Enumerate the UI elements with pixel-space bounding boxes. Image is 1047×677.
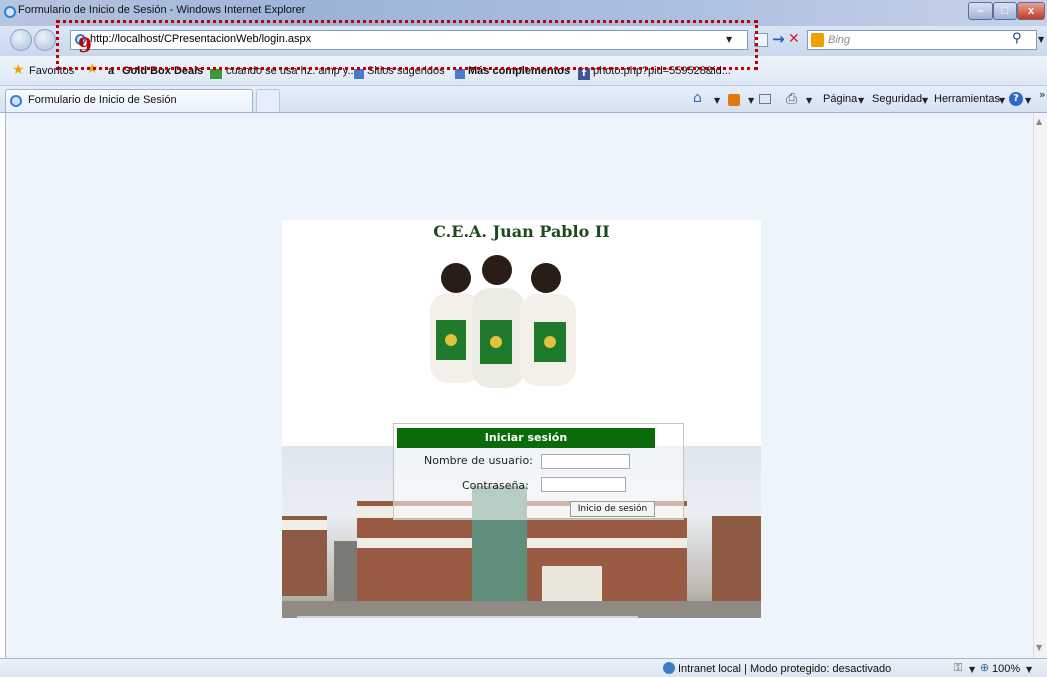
go-icon[interactable]: → xyxy=(772,30,785,48)
menu-seguridad[interactable]: Seguridad xyxy=(872,93,922,105)
security-lock-icon[interactable]: ⚿ xyxy=(954,661,962,675)
tab-ie-icon xyxy=(10,95,22,107)
password-label: Contraseña: xyxy=(462,479,529,492)
address-url: http://localhost/CPresentacionWeb/login.… xyxy=(90,33,312,45)
password-input[interactable] xyxy=(541,477,626,492)
ie-logo-icon xyxy=(4,6,16,18)
search-icon[interactable]: ⚲ xyxy=(1012,31,1022,46)
search-box[interactable]: Bing xyxy=(807,30,1037,50)
help-icon[interactable]: ? xyxy=(1009,92,1023,106)
zoom-icon[interactable]: ⊕ xyxy=(980,661,989,674)
back-button[interactable] xyxy=(10,29,32,51)
window-title: Formulario de Inicio de Sesión - Windows… xyxy=(18,4,306,16)
tab-bar: Formulario de Inicio de Sesión ⌂ ▼ ▼ ⎙ ▼… xyxy=(0,86,1047,113)
fav-item-sitios[interactable]: Sitios sugeridos xyxy=(367,65,445,77)
home-dropdown-icon[interactable]: ▼ xyxy=(714,96,720,105)
fav-item-amazon-icon: a xyxy=(108,65,115,77)
herramientas-dropdown-icon[interactable]: ▼ xyxy=(999,96,1005,105)
address-bar[interactable]: http://localhost/CPresentacionWeb/login.… xyxy=(70,30,748,50)
tab-login[interactable]: Formulario de Inicio de Sesión xyxy=(5,89,253,112)
zoom-dropdown-icon[interactable]: ▼ xyxy=(1026,665,1032,674)
security-dropdown-icon[interactable]: ▼ xyxy=(969,665,975,674)
forward-button[interactable] xyxy=(34,29,56,51)
home-icon[interactable]: ⌂ xyxy=(693,90,702,106)
compatibility-icon[interactable] xyxy=(754,33,768,47)
students-photo xyxy=(400,248,605,393)
search-placeholder: Bing xyxy=(828,34,851,46)
search-dropdown-icon[interactable]: ▼ xyxy=(1038,35,1044,44)
login-form: Iniciar sesión Nombre de usuario: Contra… xyxy=(393,423,684,520)
help-dropdown-icon[interactable]: ▼ xyxy=(1025,96,1031,105)
seguridad-dropdown-icon[interactable]: ▼ xyxy=(922,96,928,105)
rss-dropdown-icon[interactable]: ▼ xyxy=(748,96,754,105)
facebook-icon: f xyxy=(578,68,590,80)
pagina-dropdown-icon[interactable]: ▼ xyxy=(858,96,864,105)
scroll-down-icon[interactable]: ▼ xyxy=(1036,643,1042,652)
menu-pagina[interactable]: Página xyxy=(823,93,857,105)
fav-item-photo[interactable]: photo.php?pid=559528&id... xyxy=(593,65,731,77)
maximize-button[interactable]: □ xyxy=(993,2,1017,20)
address-dropdown-icon[interactable]: ▼ xyxy=(726,35,732,44)
fav-item-google-icon xyxy=(210,69,222,79)
fav-item-cuando[interactable]: cuando se usa hz. amp y... xyxy=(226,65,357,77)
minimize-button[interactable]: – xyxy=(968,2,993,20)
fav-item-complementos[interactable]: Más complementos xyxy=(468,65,570,77)
fav-item-gold-box[interactable]: Gold Box Deals xyxy=(122,65,203,77)
zoom-level[interactable]: 100% xyxy=(992,663,1020,675)
new-tab-button[interactable] xyxy=(256,89,280,112)
horizontal-scrollbar[interactable] xyxy=(297,616,638,618)
scroll-up-icon[interactable]: ▲ xyxy=(1036,117,1042,126)
complementos-icon xyxy=(455,69,465,79)
print-dropdown-icon[interactable]: ▼ xyxy=(806,96,812,105)
school-title: C.E.A. Juan Pablo II xyxy=(433,222,610,241)
sitios-icon xyxy=(354,69,364,79)
stop-icon[interactable]: ✕ xyxy=(788,31,800,47)
menu-herramientas[interactable]: Herramientas xyxy=(934,93,1000,105)
print-icon[interactable]: ⎙ xyxy=(786,91,797,107)
favorites-bar: ★ Favoritos ★ a Gold Box Deals cuando se… xyxy=(0,56,1047,86)
login-button[interactable]: Inicio de sesión xyxy=(570,501,655,517)
title-bar: Formulario de Inicio de Sesión - Windows… xyxy=(0,0,1047,26)
close-button[interactable]: x xyxy=(1017,2,1045,20)
zone-status: Intranet local | Modo protegido: desacti… xyxy=(678,663,892,675)
login-header: Iniciar sesión xyxy=(397,428,655,448)
username-input[interactable] xyxy=(541,454,630,469)
annotation-number: 9 xyxy=(78,33,92,57)
vertical-scrollbar[interactable]: ▲ ▼ xyxy=(1033,113,1047,658)
username-label: Nombre de usuario: xyxy=(424,454,533,467)
tab-title: Formulario de Inicio de Sesión xyxy=(28,94,177,106)
favorites-button[interactable]: Favoritos xyxy=(29,65,74,77)
add-favorite-icon[interactable]: ★ xyxy=(86,61,99,77)
chevron-more-icon[interactable]: » xyxy=(1039,88,1046,101)
intranet-icon xyxy=(663,662,675,674)
mail-icon[interactable] xyxy=(759,94,771,104)
status-bar: Intranet local | Modo protegido: desacti… xyxy=(0,658,1047,677)
login-page-panel: C.E.A. Juan Pablo II Iniciar sesión Nomb… xyxy=(282,220,761,618)
rss-icon[interactable] xyxy=(728,94,740,106)
favorites-star-icon: ★ xyxy=(12,62,25,78)
bing-icon xyxy=(811,33,824,47)
navigation-bar: http://localhost/CPresentacionWeb/login.… xyxy=(0,26,1047,56)
